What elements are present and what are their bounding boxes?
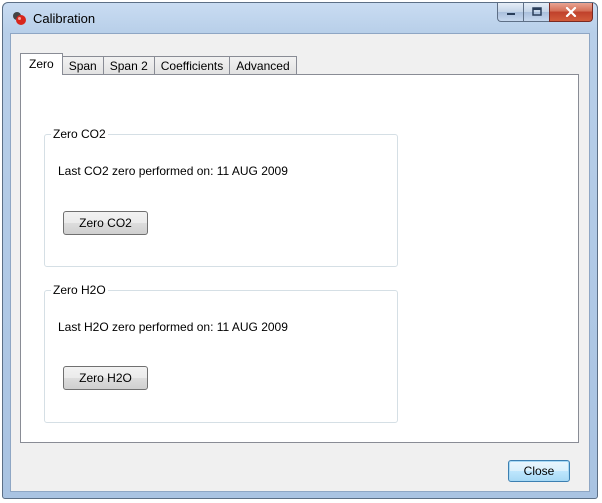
tab-coefficients[interactable]: Coefficients — [153, 56, 231, 75]
window-title: Calibration — [33, 11, 96, 26]
caption-buttons — [497, 3, 593, 23]
zero-h2o-button[interactable]: Zero H2O — [63, 366, 148, 390]
tab-zero[interactable]: Zero — [20, 53, 63, 75]
close-window-button[interactable] — [549, 3, 593, 22]
close-button[interactable]: Close — [508, 460, 570, 482]
title-bar[interactable]: Calibration — [3, 3, 597, 33]
tab-strip: Zero Span Span 2 Coefficients Advanced — [20, 53, 297, 75]
zero-co2-group: Zero CO2 Last CO2 zero performed on: 11 … — [44, 127, 398, 267]
tab-span[interactable]: Span — [61, 56, 104, 75]
maximize-icon — [531, 7, 542, 16]
last-co2-zero-text: Last CO2 zero performed on: 11 AUG 2009 — [58, 164, 288, 178]
zero-tab-panel: Zero CO2 Last CO2 zero performed on: 11 … — [20, 74, 579, 443]
client-area: Zero Span Span 2 Coefficients Advanced Z… — [10, 33, 590, 492]
calibration-window: Calibration Zero Span Span 2 Coefficient… — [2, 2, 598, 499]
maximize-button[interactable] — [523, 3, 549, 22]
minimize-button[interactable] — [497, 3, 523, 22]
last-h2o-zero-text: Last H2O zero performed on: 11 AUG 2009 — [58, 320, 288, 334]
minimize-icon — [506, 13, 515, 15]
zero-co2-button[interactable]: Zero CO2 — [63, 211, 148, 235]
zero-h2o-group: Zero H2O Last H2O zero performed on: 11 … — [44, 283, 398, 423]
close-icon — [565, 7, 577, 17]
app-icon — [12, 10, 28, 26]
zero-h2o-legend: Zero H2O — [51, 283, 108, 297]
tab-advanced[interactable]: Advanced — [229, 56, 297, 75]
tab-span-2[interactable]: Span 2 — [102, 56, 155, 75]
zero-co2-legend: Zero CO2 — [51, 127, 108, 141]
